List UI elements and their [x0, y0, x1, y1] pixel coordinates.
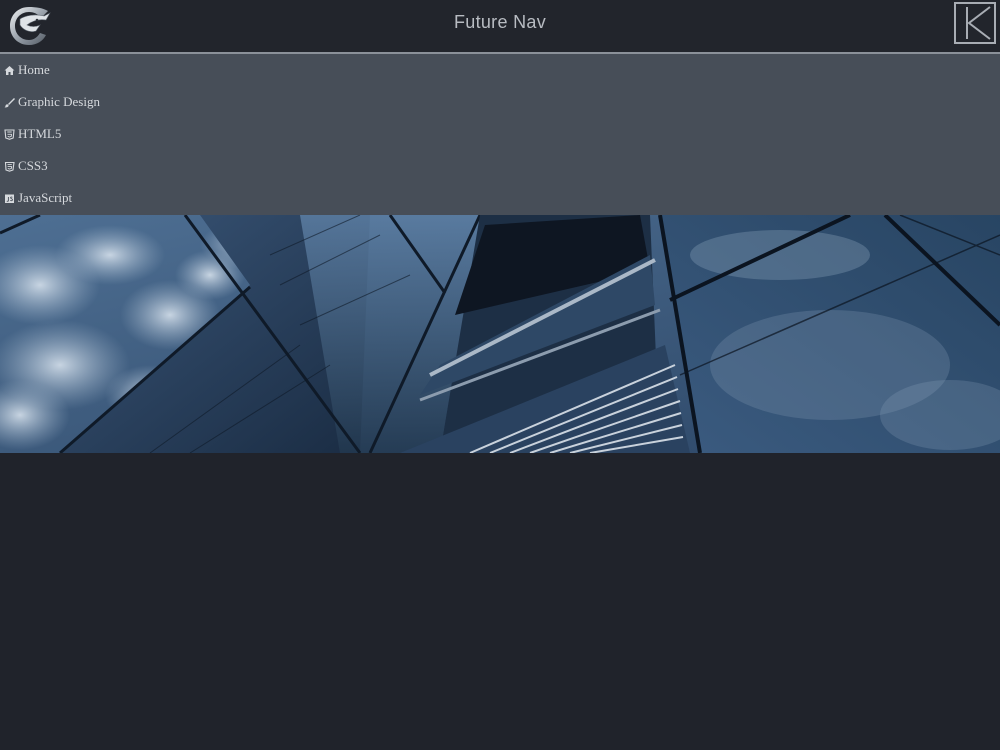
- nav-item-html5[interactable]: HTML5: [0, 118, 1000, 150]
- nav-item-label: HTML5: [18, 126, 62, 141]
- nav-menu: Home Graphic Design HTML5 CSS3 JavaScrip…: [0, 54, 1000, 215]
- html5-shield-icon: [4, 128, 15, 140]
- nav-item-label: Graphic Design: [18, 94, 100, 109]
- hero-image: [0, 215, 1000, 453]
- page-title: Future Nav: [453, 12, 547, 32]
- collapse-arrow-icon[interactable]: [954, 2, 996, 44]
- home-icon: [4, 65, 15, 76]
- top-header: Future Nav: [0, 0, 1000, 54]
- nav-item-javascript[interactable]: JavaScript: [0, 182, 1000, 214]
- nav-item-label: CSS3: [18, 158, 48, 173]
- brush-icon: [4, 97, 15, 108]
- css3-shield-icon: [4, 161, 15, 172]
- nav-item-css3[interactable]: CSS3: [0, 150, 1000, 182]
- nav-item-graphic-design[interactable]: Graphic Design: [0, 86, 1000, 118]
- javascript-icon: [4, 193, 15, 204]
- nav-item-label: Home: [18, 62, 50, 77]
- nav-item-label: JavaScript: [18, 190, 73, 205]
- main-content: [0, 453, 1000, 750]
- nav-item-home[interactable]: Home: [0, 54, 1000, 86]
